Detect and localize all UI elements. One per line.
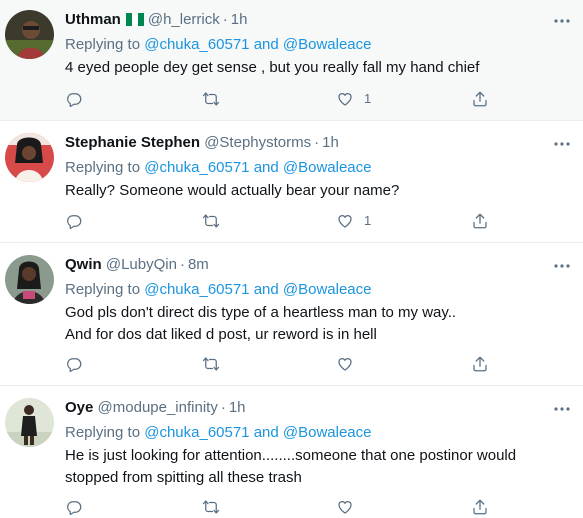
replying-to: Replying to @chuka_60571 and @Bowaleace — [65, 158, 543, 178]
timestamp[interactable]: 8m — [188, 256, 209, 273]
more-options-icon[interactable] — [553, 257, 571, 275]
avatar[interactable] — [5, 10, 54, 59]
display-name[interactable]: Qwin — [65, 256, 102, 273]
retweet-button[interactable] — [202, 89, 220, 109]
retweet-icon — [202, 500, 220, 514]
like-count: 1 — [364, 213, 372, 228]
tweet-header: Uthman @h_lerrick · 1h — [65, 10, 543, 30]
reply-icon — [67, 501, 82, 516]
replying-prefix: Replying to — [65, 159, 141, 176]
replying-to: Replying to @chuka_60571 and @Bowaleace — [65, 35, 543, 55]
reply-feed: Uthman @h_lerrick · 1h Replying to @chuka_6… — [0, 0, 583, 518]
timestamp[interactable]: 1h — [322, 134, 339, 151]
tweet-qwin[interactable]: Qwin @LubyQin · 8m Replying to @chuka_6057… — [0, 243, 583, 386]
replying-to: Replying to @chuka_60571 and @Bowaleace — [65, 423, 543, 443]
handle[interactable]: @LubyQin — [106, 256, 177, 273]
separator-dot: · — [179, 256, 185, 273]
share-button[interactable] — [471, 211, 489, 231]
reply-icon — [67, 215, 82, 230]
like-button[interactable]: 1 — [336, 211, 371, 231]
heart-icon — [338, 358, 352, 371]
retweet-button[interactable] — [202, 354, 220, 374]
like-button[interactable] — [336, 497, 364, 517]
retweet-button[interactable] — [202, 497, 220, 517]
retweet-icon — [202, 357, 220, 371]
separator-dot: · — [222, 11, 228, 28]
retweet-button[interactable] — [202, 211, 220, 231]
replying-prefix: Replying to — [65, 281, 141, 298]
display-name[interactable]: Stephanie Stephen — [65, 134, 200, 151]
separator-dot: · — [314, 134, 320, 151]
like-button[interactable]: 1 — [336, 89, 371, 109]
mentions-link[interactable]: @chuka_60571 and @Bowaleace — [144, 36, 371, 53]
handle[interactable]: @Stephystorms — [204, 134, 311, 151]
tweet-text: Really? Someone would actually bear your… — [65, 182, 400, 199]
heart-icon — [338, 93, 352, 106]
display-name[interactable]: Oye — [65, 399, 93, 416]
heart-icon — [338, 501, 352, 514]
timestamp[interactable]: 1h — [231, 11, 248, 28]
separator-dot: · — [220, 399, 226, 416]
reply-button[interactable] — [65, 497, 83, 517]
reply-icon — [67, 358, 82, 373]
tweet-text: He is just looking for attention........… — [65, 447, 517, 486]
tweet-header: Stephanie Stephen @Stephystorms · 1h — [65, 133, 543, 153]
like-count: 1 — [364, 91, 372, 106]
more-options-icon[interactable] — [553, 135, 571, 153]
handle[interactable]: @h_lerrick — [148, 11, 220, 28]
retweet-icon — [202, 214, 220, 228]
mentions-link[interactable]: @chuka_60571 and @Bowaleace — [144, 159, 371, 176]
like-button[interactable] — [336, 354, 364, 374]
reply-icon — [67, 93, 82, 108]
avatar[interactable] — [5, 398, 54, 447]
mentions-link[interactable]: @chuka_60571 and @Bowaleace — [144, 281, 371, 298]
nigeria-flag-icon — [125, 12, 144, 26]
heart-icon — [338, 215, 352, 228]
share-icon — [473, 356, 487, 372]
more-options-icon[interactable] — [553, 400, 571, 418]
reply-button[interactable] — [65, 354, 83, 374]
reply-button[interactable] — [65, 211, 83, 231]
tweet-header: Qwin @LubyQin · 8m — [65, 255, 543, 275]
display-name[interactable]: Uthman — [65, 11, 121, 28]
share-button[interactable] — [471, 497, 489, 517]
reply-button[interactable] — [65, 89, 83, 109]
tweet-uthman[interactable]: Uthman @h_lerrick · 1h Replying to @chuka_6… — [0, 0, 583, 121]
avatar[interactable] — [5, 133, 54, 182]
share-button[interactable] — [471, 89, 489, 109]
share-icon — [473, 213, 487, 229]
tweet-stephanie[interactable]: Stephanie Stephen @Stephystorms · 1h Reply… — [0, 121, 583, 243]
tweet-header: Oye @modupe_infinity · 1h — [65, 398, 543, 418]
replying-prefix: Replying to — [65, 36, 141, 53]
tweet-text: God pls don't direct dis type of a heart… — [65, 304, 457, 343]
timestamp[interactable]: 1h — [229, 399, 246, 416]
replying-to: Replying to @chuka_60571 and @Bowaleace — [65, 280, 543, 300]
retweet-icon — [202, 92, 220, 106]
tweet-text: 4 eyed people dey get sense , but you re… — [65, 59, 480, 76]
handle[interactable]: @modupe_infinity — [98, 399, 218, 416]
more-options-icon[interactable] — [553, 12, 571, 30]
share-icon — [473, 91, 487, 107]
tweet-oye[interactable]: Oye @modupe_infinity · 1h Replying to @chu… — [0, 386, 583, 518]
avatar[interactable] — [5, 255, 54, 304]
share-button[interactable] — [471, 354, 489, 374]
replying-prefix: Replying to — [65, 424, 141, 441]
share-icon — [473, 499, 487, 515]
mentions-link[interactable]: @chuka_60571 and @Bowaleace — [144, 424, 371, 441]
